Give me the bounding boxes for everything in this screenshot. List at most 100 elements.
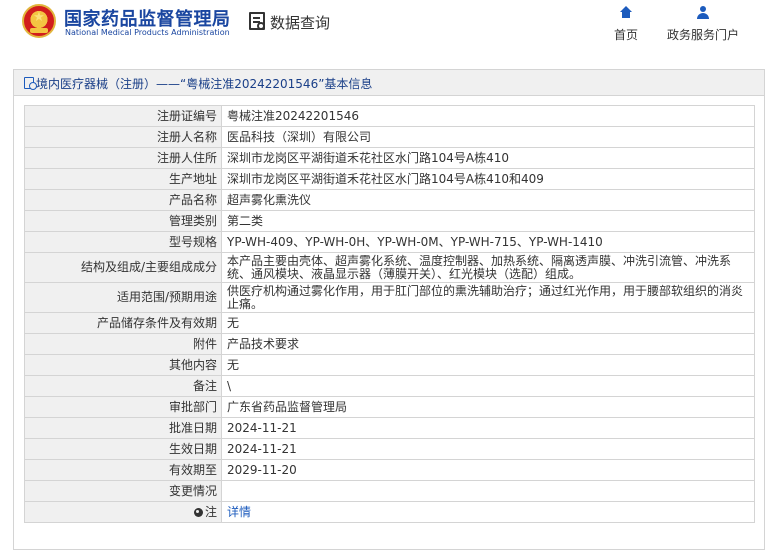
- field-label-text: 注册人名称: [156, 129, 217, 144]
- field-label: 其他内容: [24, 354, 222, 376]
- field-value-text: \: [227, 378, 232, 393]
- field-label-text: 管理类别: [168, 213, 217, 228]
- field-value: 第二类: [221, 210, 755, 232]
- table-row: 注详情: [24, 501, 755, 523]
- field-label: 批准日期: [24, 417, 222, 439]
- field-label: 注册人住所: [24, 147, 222, 169]
- field-label-text: 产品名称: [168, 192, 217, 207]
- field-value: \: [221, 375, 755, 397]
- field-label: 生效日期: [24, 438, 222, 460]
- detail-panel: 境内医疗器械（注册）——“粤械注准20242201546”基本信息 注册证编号粤…: [13, 69, 765, 550]
- field-label-text: 备注: [192, 378, 217, 393]
- field-label: 变更情况: [24, 480, 222, 502]
- field-value: 超声雾化熏洗仪: [221, 189, 755, 211]
- table-row: 变更情况: [24, 480, 755, 502]
- home-icon: [619, 6, 633, 20]
- field-value-text: 供医疗机构通过雾化作用，用于肛门部位的熏洗辅助治疗；通过红光作用，用于腰部软组织…: [227, 283, 744, 311]
- field-value: 2024-11-21: [221, 438, 755, 460]
- field-label-text: 变更情况: [168, 483, 217, 498]
- document-search-icon: [249, 12, 265, 30]
- table-row: 管理类别 第二类: [24, 210, 755, 232]
- table-row: 附件 产品技术要求: [24, 333, 755, 355]
- field-label-text: 附件: [192, 336, 217, 351]
- table-row: 有效期至 2029-11-20: [24, 459, 755, 481]
- field-value: 粤械注准20242201546: [221, 105, 755, 127]
- field-label-text: 注册人住所: [156, 150, 217, 165]
- field-label-text: 注: [204, 504, 217, 519]
- field-label-text: 生产地址: [168, 171, 217, 186]
- field-value-text: 无: [227, 315, 240, 330]
- nav-home-label: 首页: [613, 28, 638, 42]
- table-row: 适用范围/预期用途 供医疗机构通过雾化作用，用于肛门部位的熏洗辅助治疗；通过红光作…: [24, 282, 755, 313]
- field-label-text: 审批部门: [168, 399, 217, 414]
- info-icon: [193, 507, 203, 517]
- field-value: 供医疗机构通过雾化作用，用于肛门部位的熏洗辅助治疗；通过红光作用，用于腰部软组织…: [221, 282, 755, 313]
- field-value: 深圳市龙岗区平湖街道禾花社区水门路104号A栋410和409: [221, 168, 755, 190]
- table-row: 注册人住所 深圳市龙岗区平湖街道禾花社区水门路104号A栋410: [24, 147, 755, 169]
- user-icon: [696, 6, 710, 20]
- field-value-text: 超声雾化熏洗仪: [227, 192, 312, 207]
- details-link[interactable]: 详情: [227, 505, 251, 519]
- field-label: 产品储存条件及有效期: [24, 312, 222, 334]
- field-label: 注册证编号: [24, 105, 222, 127]
- field-value-text: 广东省药品监督管理局: [227, 399, 348, 414]
- field-label-text: 其他内容: [168, 357, 217, 372]
- nav-home[interactable]: 首页: [607, 6, 645, 43]
- field-value: 深圳市龙岗区平湖街道禾花社区水门路104号A栋410: [221, 147, 755, 169]
- field-value-text: 2024-11-21: [227, 441, 297, 456]
- field-label-text: 结构及组成/主要组成成分: [80, 260, 217, 274]
- field-value: 本产品主要由壳体、超声雾化系统、温度控制器、加热系统、隔离透声膜、冲洗引流管、冲…: [221, 252, 755, 283]
- field-value-text: YP-WH-409、YP-WH-0H、YP-WH-0M、YP-WH-715、YP…: [227, 234, 603, 249]
- field-label-text: 生效日期: [168, 441, 217, 456]
- field-value-text: 本产品主要由壳体、超声雾化系统、温度控制器、加热系统、隔离透声膜、冲洗引流管、冲…: [227, 253, 732, 281]
- field-value: 产品技术要求: [221, 333, 755, 355]
- table-row: 备注 \: [24, 375, 755, 397]
- field-label: 备注: [24, 375, 222, 397]
- field-value-text: 深圳市龙岗区平湖街道禾花社区水门路104号A栋410: [227, 150, 510, 165]
- site-subtitle: National Medical Products Administration: [65, 28, 230, 37]
- data-query-label: 数据查询: [270, 14, 331, 32]
- field-value: [221, 480, 755, 502]
- field-value: 2029-11-20: [221, 459, 755, 481]
- field-label: 型号规格: [24, 231, 222, 253]
- table-row: 其他内容无: [24, 354, 755, 376]
- field-value-text: 粤械注准20242201546: [227, 108, 359, 123]
- field-value: 无: [221, 312, 755, 334]
- field-label: 附件: [24, 333, 222, 355]
- field-value-text: 深圳市龙岗区平湖街道禾花社区水门路104号A栋410和409: [227, 171, 544, 186]
- field-value: 无: [221, 354, 755, 376]
- field-label: 注册人名称: [24, 126, 222, 148]
- site-header: ★ 国家药品监督管理局 National Medical Products Ad…: [0, 0, 771, 62]
- field-value: 医品科技（深圳）有限公司: [221, 126, 755, 148]
- field-label: 适用范围/预期用途: [24, 282, 222, 313]
- table-row: 结构及组成/主要组成成分 本产品主要由壳体、超声雾化系统、温度控制器、加热系统、隔…: [24, 252, 755, 283]
- field-label: 结构及组成/主要组成成分: [24, 252, 222, 283]
- info-table: 注册证编号 粤械注准20242201546 注册人名称 医品科技（深圳）有限公司 注册人…: [24, 105, 755, 523]
- field-value: 2024-11-21: [221, 417, 755, 439]
- national-emblem-icon: ★: [22, 4, 56, 38]
- table-row: 审批部门 广东省药品监督管理局: [24, 396, 755, 418]
- field-value-text: 产品技术要求: [227, 336, 300, 351]
- field-label-text: 产品储存条件及有效期: [96, 315, 217, 330]
- table-row: 批准日期 2024-11-21: [24, 417, 755, 439]
- field-value-text: 第二类: [227, 213, 264, 228]
- field-label-text: 批准日期: [168, 420, 217, 435]
- table-row: 注册证编号 粤械注准20242201546: [24, 105, 755, 127]
- field-value-text: 无: [227, 357, 240, 372]
- table-row: 产品储存条件及有效期无: [24, 312, 755, 334]
- panel-title-bar: 境内医疗器械（注册）——“粤械注准20242201546”基本信息: [14, 70, 764, 96]
- field-value: YP-WH-409、YP-WH-0H、YP-WH-0M、YP-WH-715、YP…: [221, 231, 755, 253]
- document-icon: [24, 77, 37, 90]
- field-value: 详情: [221, 501, 755, 523]
- table-row: 注册人名称 医品科技（深圳）有限公司: [24, 126, 755, 148]
- field-label: 产品名称: [24, 189, 222, 211]
- nav-gov-service-portal[interactable]: 政务服务门户: [660, 6, 746, 43]
- field-label: 注: [24, 501, 222, 523]
- field-label-text: 注册证编号: [156, 108, 217, 123]
- panel-title: 境内医疗器械（注册）——“粤械注准20242201546”基本信息: [36, 77, 373, 91]
- field-value-text: 2024-11-21: [227, 420, 297, 435]
- field-value-text: 医品科技（深圳）有限公司: [227, 129, 372, 144]
- field-label-text: 适用范围/预期用途: [116, 290, 217, 304]
- table-row: 生产地址 深圳市龙岗区平湖街道禾花社区水门路104号A栋410和409: [24, 168, 755, 190]
- field-value-text: 2029-11-20: [227, 462, 297, 477]
